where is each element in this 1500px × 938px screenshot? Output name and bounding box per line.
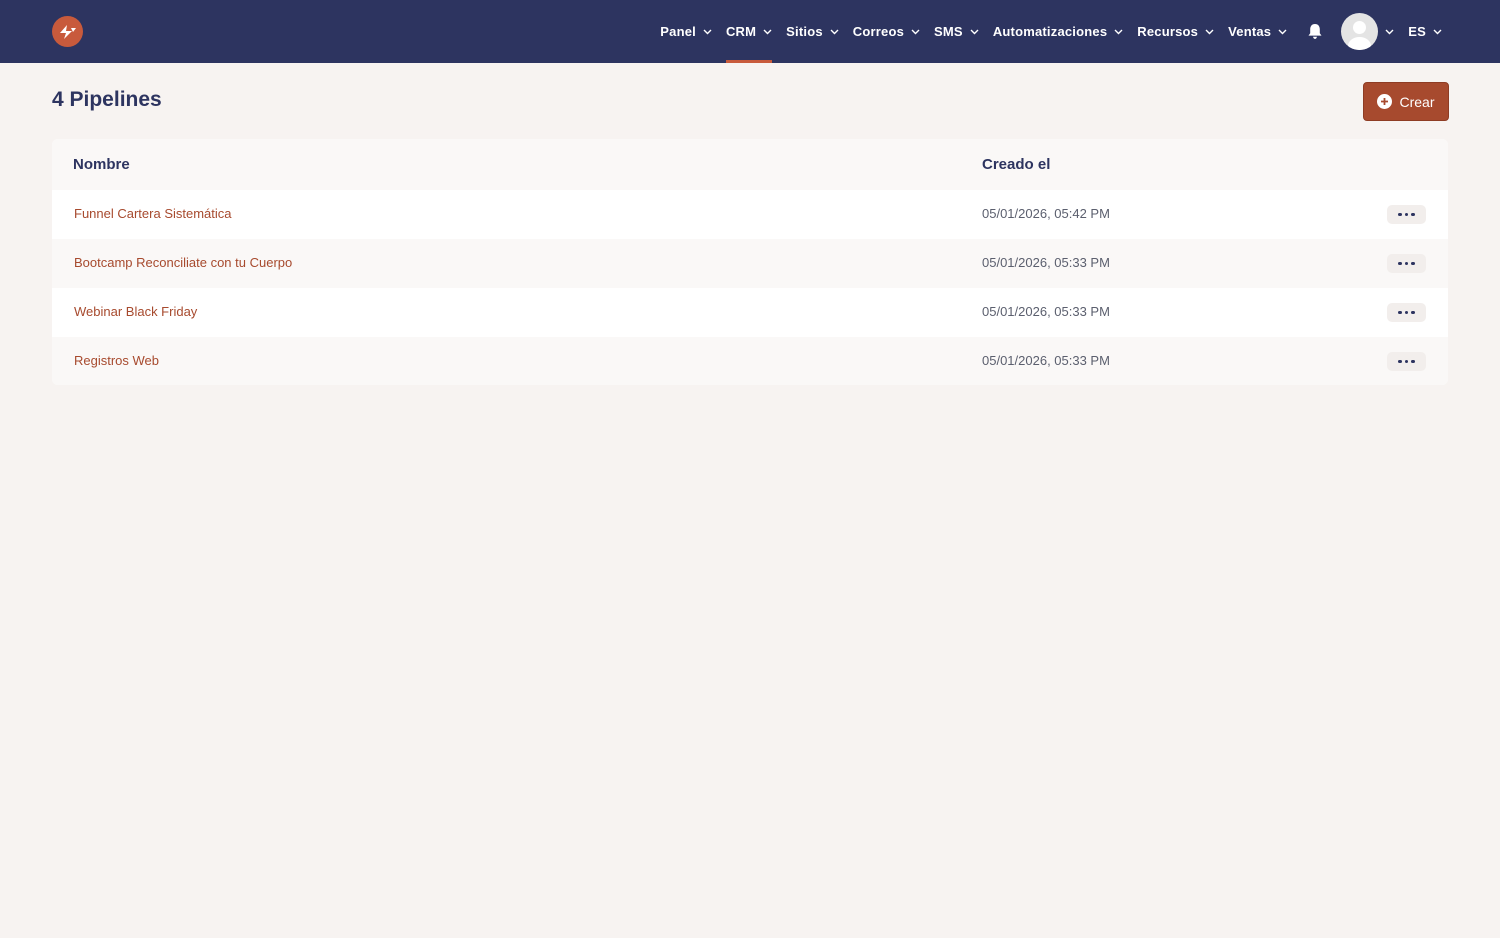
nav-item-label: Sitios [786,24,823,39]
table-row: Webinar Black Friday 05/01/2026, 05:33 P… [52,288,1448,337]
language-label: ES [1408,24,1426,39]
chevron-down-icon [763,29,772,35]
pipeline-name-link[interactable]: Webinar Black Friday [74,304,197,319]
chevron-down-icon [1205,29,1214,35]
nav-item-panel[interactable]: Panel [660,0,712,63]
nav-item-correos[interactable]: Correos [853,0,920,63]
more-horizontal-icon [1397,261,1417,266]
page-title: 4 Pipelines [52,88,162,111]
nav-item-automatizaciones[interactable]: Automatizaciones [993,0,1123,63]
column-header-created: Creado el [982,156,1051,173]
table-row: Bootcamp Reconciliate con tu Cuerpo 05/0… [52,239,1448,288]
create-button-label: Crear [1399,93,1435,110]
nav-item-label: Recursos [1137,24,1199,39]
created-date: 05/01/2026, 05:33 PM [982,304,1110,319]
nav-item-sms[interactable]: SMS [934,0,979,63]
more-horizontal-icon [1397,212,1417,217]
notifications-button[interactable] [1307,0,1323,63]
nav-item-label: CRM [725,24,757,39]
nav-item-label: Ventas [1228,24,1272,39]
plus-circle-icon [1377,94,1393,109]
created-date: 05/01/2026, 05:33 PM [982,353,1110,368]
nav-item-sitios[interactable]: Sitios [786,0,839,63]
table-header: Nombre Creado el [52,139,1448,190]
chevron-down-icon [703,29,712,35]
lightning-logo-icon [59,24,76,39]
app-logo[interactable] [52,16,83,47]
chevron-down-icon [830,29,839,35]
create-button[interactable]: Crear [1363,82,1449,121]
column-header-name: Nombre [73,156,130,173]
row-actions-button[interactable] [1387,254,1426,273]
chevron-down-icon [970,29,979,35]
nav-item-label: Panel [660,24,696,39]
row-actions-button[interactable] [1387,303,1426,322]
pipelines-table: Nombre Creado el Funnel Cartera Sistemát… [52,139,1448,385]
nav-item-label: SMS [934,24,963,39]
table-row: Funnel Cartera Sistemática 05/01/2026, 0… [52,190,1448,239]
avatar [1341,13,1379,50]
row-actions-button[interactable] [1387,352,1426,371]
top-navigation-bar: Panel CRM Sitios Correos SMS Automatizac… [0,0,1500,63]
bell-icon [1308,24,1322,39]
more-horizontal-icon [1397,359,1417,364]
pipeline-name-link[interactable]: Registros Web [74,353,159,368]
created-date: 05/01/2026, 05:33 PM [982,255,1110,270]
chevron-down-icon [1433,29,1442,35]
nav-item-label: Automatizaciones [992,24,1108,39]
user-menu[interactable] [1341,0,1394,63]
chevron-down-icon [911,29,920,35]
pipeline-name-link[interactable]: Bootcamp Reconciliate con tu Cuerpo [74,255,292,270]
chevron-down-icon [1114,29,1123,35]
chevron-down-icon [1385,29,1394,35]
nav-item-recursos[interactable]: Recursos [1137,0,1214,63]
table-row: Registros Web 05/01/2026, 05:33 PM [52,337,1448,385]
nav-item-crm[interactable]: CRM [725,0,773,63]
pipeline-name-link[interactable]: Funnel Cartera Sistemática [74,206,232,221]
nav-item-ventas[interactable]: Ventas [1228,0,1287,63]
created-date: 05/01/2026, 05:42 PM [982,206,1110,221]
main-nav: Panel CRM Sitios Correos SMS Automatizac… [646,0,1442,63]
row-actions-button[interactable] [1387,205,1426,224]
nav-item-label: Correos [852,24,905,39]
language-selector[interactable]: ES [1408,0,1442,63]
chevron-down-icon [1278,29,1287,35]
more-horizontal-icon [1397,310,1417,315]
